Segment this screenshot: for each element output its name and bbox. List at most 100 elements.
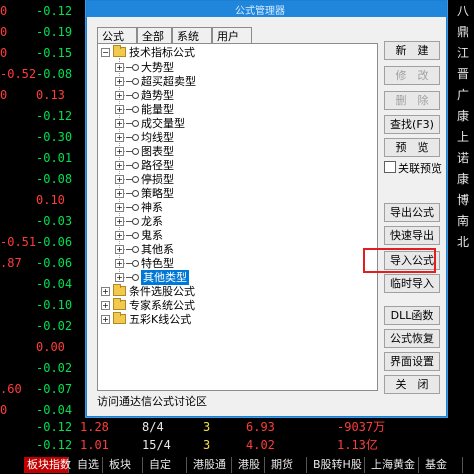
bottom-tab[interactable]: 自定 <box>146 457 187 473</box>
change-cell: -0.15 <box>36 46 73 60</box>
bottom-tab[interactable]: 板块指数 <box>24 457 71 473</box>
stock-cell: 8/4 <box>142 420 164 434</box>
folder-icon <box>113 284 126 296</box>
stock-cell: 15/4 <box>142 438 171 452</box>
table-row[interactable]: -0.12 1.28 8/4 3 6.93 -9037万 <box>0 418 474 436</box>
stock-cell: 1.28 <box>80 420 109 434</box>
tree-item-label: 专家系统公式 <box>129 299 195 312</box>
expand-icon[interactable]: + <box>115 231 124 240</box>
formula-tree[interactable]: − 技术指标公式 + 大势型 + 超买超卖型 + 趋势型 + 能量型 + 成交量型 + 均线型 + 图表型 + 路… <box>97 43 378 391</box>
stock-cell: 0 <box>0 25 8 39</box>
stock-name-cell: 上 <box>457 130 470 144</box>
export-formula-button[interactable]: 导出公式 <box>384 203 440 222</box>
dialog-titlebar[interactable]: 公式管理器 <box>87 1 446 17</box>
close-button[interactable]: 关 闭 <box>384 375 440 394</box>
tree-item-label: 条件选股公式 <box>129 285 195 298</box>
stock-name-cell: 北 <box>457 235 470 249</box>
temp-import-button[interactable]: 临时导入 <box>384 274 440 293</box>
change-cell: -0.02 <box>36 319 73 333</box>
bottom-tab[interactable]: 基金 <box>422 457 463 473</box>
stock-cell: 4.02 <box>246 438 275 452</box>
change-cell: -0.02 <box>36 361 73 375</box>
forum-link[interactable]: 访问通达信公式讨论区 <box>97 394 378 410</box>
tree-item-label: 成交量型 <box>141 117 185 130</box>
expand-icon[interactable]: + <box>115 133 124 142</box>
tree-item-label: 神系 <box>141 201 163 214</box>
formula-type-icon <box>126 106 139 113</box>
restore-formula-button[interactable]: 公式恢复 <box>384 329 440 348</box>
change-cell: 0.13 <box>36 88 65 102</box>
expand-icon[interactable]: + <box>101 315 110 324</box>
expand-icon[interactable]: + <box>115 91 124 100</box>
change-cell: 0.00 <box>36 340 65 354</box>
tab-system[interactable]: 系统 <box>172 27 212 44</box>
expand-icon[interactable]: + <box>115 63 124 72</box>
formula-type-icon <box>126 190 139 197</box>
stock-name-cell: 鼎 <box>457 25 470 39</box>
stock-cell: 1.13亿 <box>337 438 378 452</box>
stock-name-cell: 江 <box>457 46 470 60</box>
stock-cell: 3 <box>203 438 211 452</box>
bottom-tab-bar: 板块指数 自选 板块 自定 港股通 港股 期货 B股转H股 上海黄金 基金 <box>0 456 474 474</box>
expand-icon[interactable]: + <box>115 273 124 282</box>
expand-icon[interactable]: + <box>115 245 124 254</box>
stock-name-cell: 诺 <box>457 151 470 165</box>
dll-function-button[interactable]: DLL函数 <box>384 306 440 325</box>
change-cell: -0.08 <box>36 172 73 186</box>
expand-icon[interactable]: + <box>101 301 110 310</box>
bottom-tab[interactable]: 港股 <box>235 457 265 473</box>
change-cell: -0.12 <box>36 109 73 123</box>
bottom-tab[interactable]: 期货 <box>268 457 307 473</box>
stock-cell: -0.12 <box>36 420 73 434</box>
tab-user[interactable]: 用户 <box>212 27 252 44</box>
expand-icon[interactable]: + <box>101 287 110 296</box>
bottom-tab[interactable]: 板块 <box>106 457 143 473</box>
stock-cell: 1.01 <box>80 438 109 452</box>
expand-icon[interactable]: + <box>115 119 124 128</box>
bottom-tab[interactable]: 港股通 <box>190 457 232 473</box>
quick-export-button[interactable]: 快速导出 <box>384 226 440 245</box>
expand-icon[interactable]: + <box>115 105 124 114</box>
bottom-tab[interactable]: 自选 <box>74 457 103 473</box>
formula-type-icon <box>126 148 139 155</box>
change-cell: -0.19 <box>36 25 73 39</box>
formula-type-icon <box>126 246 139 253</box>
ui-settings-button[interactable]: 界面设置 <box>384 352 440 371</box>
formula-type-icon <box>126 232 139 239</box>
change-cell: -0.06 <box>36 256 73 270</box>
new-button[interactable]: 新 建 <box>384 41 440 60</box>
bottom-tab[interactable]: B股转H股 <box>310 457 365 473</box>
delete-button[interactable]: 删 除 <box>384 91 440 110</box>
change-cell: -0.04 <box>36 277 73 291</box>
tree-item-label: 大势型 <box>141 61 174 74</box>
tab-formula-group[interactable]: 公式组 <box>97 27 137 60</box>
formula-type-icon <box>126 120 139 127</box>
dialog-title: 公式管理器 <box>235 6 285 17</box>
stock-name-cell: 康 <box>457 172 470 186</box>
table-row[interactable]: -0.12 1.01 15/4 3 4.02 1.13亿 <box>0 436 474 454</box>
stock-name-cell: 康 <box>457 109 470 123</box>
tree-item-label: 超买超卖型 <box>141 75 196 88</box>
formula-type-icon <box>126 218 139 225</box>
stock-name-cell: 广 <box>457 88 470 102</box>
checkbox-box[interactable] <box>384 161 396 173</box>
folder-icon <box>113 298 126 310</box>
tab-all[interactable]: 全部 <box>137 27 172 44</box>
change-cell: 0.10 <box>36 193 65 207</box>
change-cell: -0.08 <box>36 67 73 81</box>
import-highlight-box <box>363 248 436 273</box>
expand-icon[interactable]: + <box>115 203 124 212</box>
find-button[interactable]: 查找(F3) <box>384 115 440 134</box>
expand-icon[interactable]: + <box>115 147 124 156</box>
expand-icon[interactable]: + <box>115 217 124 226</box>
collapse-icon[interactable]: − <box>101 48 110 57</box>
expand-icon[interactable]: + <box>115 189 124 198</box>
expand-icon[interactable]: + <box>115 161 124 170</box>
preview-button[interactable]: 预 览 <box>384 138 440 157</box>
expand-icon[interactable]: + <box>115 175 124 184</box>
expand-icon[interactable]: + <box>115 77 124 86</box>
modify-button[interactable]: 修 改 <box>384 66 440 85</box>
formula-type-icon <box>126 274 139 281</box>
bottom-tab[interactable]: 上海黄金 <box>368 457 419 473</box>
expand-icon[interactable]: + <box>115 259 124 268</box>
